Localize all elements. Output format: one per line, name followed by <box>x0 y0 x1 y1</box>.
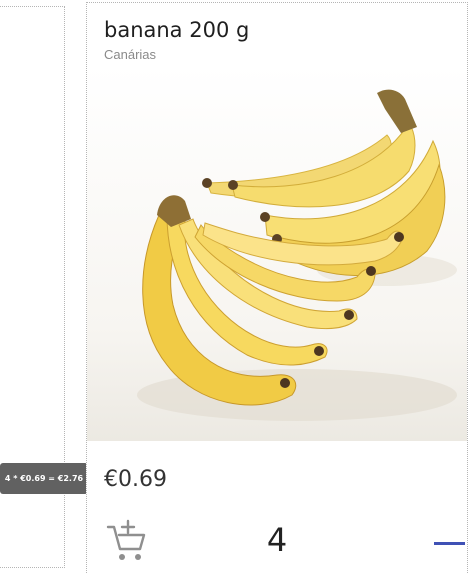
bananas-illustration <box>137 89 457 421</box>
product-origin: Canárias <box>104 47 157 62</box>
quantity-value: 4 <box>266 521 288 559</box>
minus-icon <box>434 542 465 545</box>
add-shopping-cart-icon <box>106 519 146 560</box>
product-card: banana 200 g Canárias €0.69 4 <box>86 2 468 573</box>
product-image <box>87 65 467 441</box>
product-price: €0.69 <box>104 467 167 492</box>
line-total-tooltip: 4 * €0.69 = €2.76 <box>0 463 88 494</box>
decrement-quantity-button[interactable] <box>432 531 465 555</box>
add-to-cart-button[interactable] <box>102 517 150 565</box>
line-total-text: 4 * €0.69 = €2.76 <box>4 474 84 483</box>
product-title: banana 200 g <box>104 18 250 42</box>
